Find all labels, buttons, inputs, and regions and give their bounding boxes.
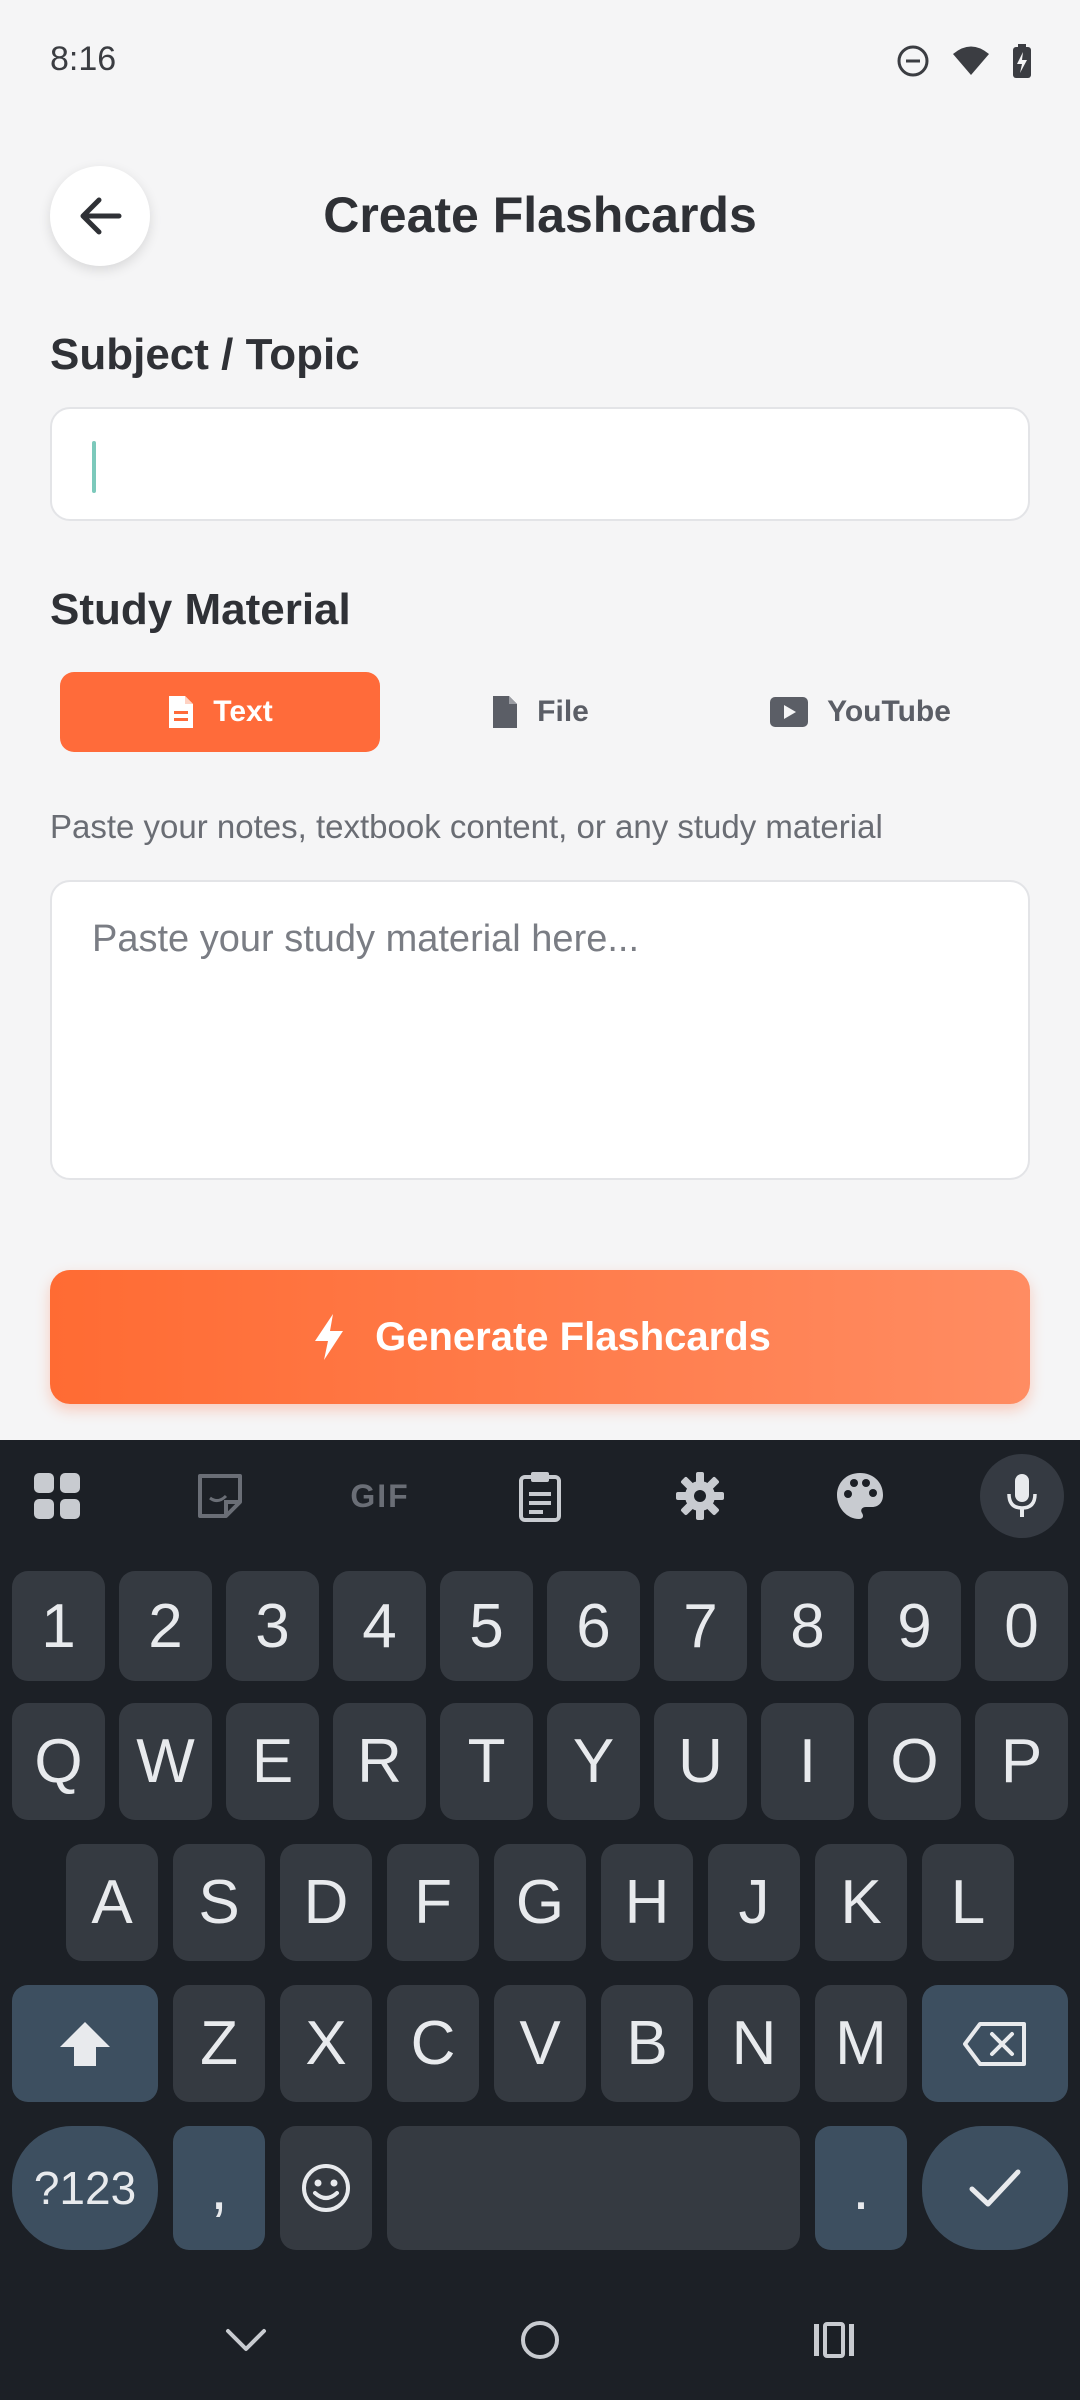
tab-youtube[interactable]: YouTube (700, 672, 1020, 752)
tab-youtube-label: YouTube (827, 695, 951, 728)
hide-keyboard-button[interactable] (216, 2310, 276, 2370)
key-c[interactable]: C (387, 1985, 479, 2102)
emoji-key[interactable] (280, 2126, 372, 2250)
key-q[interactable]: Q (12, 1703, 105, 1820)
key-1[interactable]: 1 (12, 1571, 105, 1681)
wifi-icon (953, 46, 989, 75)
shift-icon (60, 2021, 110, 2066)
home-button[interactable] (510, 2310, 570, 2370)
generate-flashcards-label: Generate Flashcards (375, 1314, 771, 1359)
do-not-disturb-icon (897, 45, 929, 77)
generate-flashcards-button[interactable]: Generate Flashcards (50, 1270, 1030, 1404)
key-7[interactable]: 7 (654, 1571, 747, 1681)
key-z[interactable]: Z (173, 1985, 265, 2102)
file-icon (493, 696, 518, 728)
palette-icon[interactable] (820, 1456, 900, 1536)
page-title: Create Flashcards (323, 187, 757, 243)
key-2[interactable]: 2 (119, 1571, 212, 1681)
enter-key[interactable] (922, 2126, 1068, 2250)
status-bar: 8:16 (0, 0, 1080, 125)
backspace-key[interactable] (922, 1985, 1068, 2102)
key-a[interactable]: A (66, 1844, 158, 1961)
tab-file-label: File (537, 695, 589, 728)
status-time: 8:16 (50, 40, 117, 78)
tab-text[interactable]: Text (60, 672, 380, 752)
key-9[interactable]: 9 (868, 1571, 961, 1681)
clipboard-icon[interactable] (500, 1456, 580, 1536)
subject-input[interactable] (50, 407, 1030, 521)
key-e[interactable]: E (226, 1703, 319, 1820)
key-x[interactable]: X (280, 1985, 372, 2102)
key-j[interactable]: J (708, 1844, 800, 1961)
gif-icon[interactable]: GIF (340, 1456, 420, 1536)
comma-key[interactable]: , (173, 2126, 265, 2250)
key-o[interactable]: O (868, 1703, 961, 1820)
key-f[interactable]: F (387, 1844, 479, 1961)
key-6[interactable]: 6 (547, 1571, 640, 1681)
key-0[interactable]: 0 (975, 1571, 1068, 1681)
key-v[interactable]: V (494, 1985, 586, 2102)
battery-icon (1013, 44, 1031, 78)
youtube-icon (770, 697, 809, 727)
subject-label: Subject / Topic (50, 330, 360, 379)
study-material-placeholder: Paste your study material here... (92, 918, 640, 960)
mic-icon[interactable] (980, 1454, 1064, 1538)
key-d[interactable]: D (280, 1844, 372, 1961)
key-5[interactable]: 5 (440, 1571, 533, 1681)
key-u[interactable]: U (654, 1703, 747, 1820)
key-l[interactable]: L (922, 1844, 1014, 1961)
key-y[interactable]: Y (547, 1703, 640, 1820)
recents-icon (814, 2322, 854, 2358)
recents-button[interactable] (804, 2310, 864, 2370)
system-nav-bar (0, 2280, 1080, 2400)
material-tabs: Text File YouTube (60, 672, 1020, 752)
key-8[interactable]: 8 (761, 1571, 854, 1681)
document-icon (169, 696, 194, 728)
key-n[interactable]: N (708, 1985, 800, 2102)
key-s[interactable]: S (173, 1844, 265, 1961)
material-hint: Paste your notes, textbook content, or a… (50, 808, 883, 845)
tab-file[interactable]: File (380, 672, 700, 752)
settings-icon[interactable] (660, 1456, 740, 1536)
key-k[interactable]: K (815, 1844, 907, 1961)
key-3[interactable]: 3 (226, 1571, 319, 1681)
home-circle-icon (521, 2321, 559, 2359)
space-key[interactable] (387, 2126, 800, 2250)
keyboard-toolbar: GIF (0, 1440, 1080, 1550)
lightning-icon (315, 1314, 344, 1360)
study-material-textarea[interactable]: Paste your study material here... (50, 880, 1030, 1180)
text-caret (92, 441, 96, 493)
key-i[interactable]: I (761, 1703, 854, 1820)
study-material-label: Study Material (50, 585, 351, 634)
chevron-down-icon (226, 2329, 266, 2351)
shift-key[interactable] (12, 1985, 158, 2102)
symbols-key[interactable]: ?123 (12, 2126, 158, 2250)
gif-label: GIF (350, 1477, 410, 1514)
key-g[interactable]: G (494, 1844, 586, 1961)
sticker-icon[interactable] (180, 1456, 260, 1536)
key-t[interactable]: T (440, 1703, 533, 1820)
on-screen-keyboard: GIF 1 2 3 4 5 6 7 8 9 0 Q W E R T Y U I … (0, 1440, 1080, 2400)
key-h[interactable]: H (601, 1844, 693, 1961)
tab-text-label: Text (213, 695, 273, 728)
key-m[interactable]: M (815, 1985, 907, 2102)
check-icon (969, 2169, 1021, 2207)
key-p[interactable]: P (975, 1703, 1068, 1820)
key-4[interactable]: 4 (333, 1571, 426, 1681)
status-icons (896, 44, 1032, 78)
key-w[interactable]: W (119, 1703, 212, 1820)
emoji-icon (302, 2164, 350, 2212)
key-r[interactable]: R (333, 1703, 426, 1820)
key-b[interactable]: B (601, 1985, 693, 2102)
period-key[interactable]: . (815, 2126, 907, 2250)
apps-icon[interactable] (17, 1456, 97, 1536)
backspace-icon (963, 2021, 1026, 2066)
